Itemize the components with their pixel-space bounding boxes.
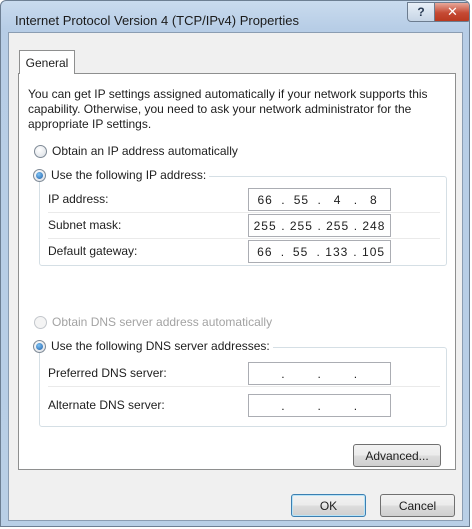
default-gateway-row: Default gateway: 66. 55. 133. 105 [48, 239, 440, 265]
ip-manual-row[interactable]: Use the following IP address: [33, 168, 206, 182]
default-gateway-octet: 55 [292, 244, 309, 259]
dns-server-group: Preferred DNS server: . . . Alternate DN… [39, 347, 447, 427]
ok-button[interactable]: OK [291, 494, 366, 517]
default-gateway-octet: 105 [362, 244, 386, 259]
ip-manual-radio[interactable] [33, 168, 46, 182]
ip-address-label: IP address: [48, 192, 109, 206]
subnet-mask-octet: 248 [362, 218, 386, 233]
octet-separator: . [316, 244, 321, 259]
default-gateway-label: Default gateway: [48, 244, 138, 258]
octet-separator: . [281, 218, 286, 233]
advanced-button[interactable]: Advanced... [353, 444, 441, 467]
octet-separator: . [281, 366, 286, 381]
octet-separator: . [353, 192, 359, 207]
dns-auto-radio[interactable] [34, 315, 47, 329]
ok-button-label: OK [319, 498, 338, 513]
ip-auto-label: Obtain an IP address automatically [52, 144, 238, 158]
default-gateway-field[interactable]: 66. 55. 133. 105 [248, 240, 391, 263]
ip-address-group: IP address: 66. 55. 4. 8 Subnet mask: 25… [39, 176, 447, 266]
octet-separator: . [353, 366, 359, 381]
ip-manual-label: Use the following IP address: [51, 168, 207, 182]
subnet-mask-label: Subnet mask: [48, 218, 122, 232]
octet-separator: . [281, 398, 286, 413]
octet-separator: . [353, 398, 359, 413]
cancel-button[interactable]: Cancel [380, 494, 455, 517]
ip-address-octet: 4 [333, 192, 342, 207]
tab-general[interactable]: General [19, 50, 75, 74]
octet-separator: . [353, 218, 359, 233]
default-gateway-octet: 66 [257, 244, 273, 259]
ip-address-octet: 66 [257, 192, 273, 207]
default-gateway-octet: 133 [325, 244, 349, 259]
dns-auto-label: Obtain DNS server address automatically [52, 315, 273, 329]
subnet-mask-octet: 255 [253, 218, 277, 233]
alternate-dns-label: Alternate DNS server: [48, 398, 165, 412]
dialog-client-area: General You can get IP settings assigned… [8, 32, 463, 521]
preferred-dns-label: Preferred DNS server: [48, 366, 167, 380]
octet-separator: . [317, 398, 322, 413]
octet-separator: . [317, 366, 322, 381]
octet-separator: . [353, 244, 358, 259]
tab-general-label: General [25, 55, 69, 70]
alternate-dns-row: Alternate DNS server: . . . [48, 393, 440, 419]
ip-auto-radio[interactable] [34, 144, 47, 158]
octet-separator: . [317, 218, 322, 233]
subnet-mask-octet: 255 [289, 218, 313, 233]
subnet-mask-field[interactable]: 255. 255. 255. 248 [248, 214, 391, 237]
dns-manual-row[interactable]: Use the following DNS server addresses: [33, 339, 270, 353]
advanced-button-label: Advanced... [365, 448, 429, 463]
ipv4-properties-dialog: Internet Protocol Version 4 (TCP/IPv4) P… [0, 0, 470, 527]
octet-separator: . [280, 244, 286, 259]
dns-manual-radio[interactable] [33, 339, 46, 353]
ip-manual-option[interactable]: Use the following IP address: [33, 168, 210, 182]
dns-manual-label: Use the following DNS server addresses: [51, 339, 270, 353]
subnet-mask-octet: 255 [326, 218, 350, 233]
subnet-mask-row: Subnet mask: 255. 255. 255. 248 [48, 213, 440, 239]
preferred-dns-row: Preferred DNS server: . . . [48, 361, 440, 387]
alternate-dns-field[interactable]: . . . [248, 394, 391, 417]
window-title: Internet Protocol Version 4 (TCP/IPv4) P… [15, 13, 299, 28]
preferred-dns-field[interactable]: . . . [248, 362, 391, 385]
octet-separator: . [317, 192, 322, 207]
general-tab-page: You can get IP settings assigned automat… [18, 73, 456, 470]
close-icon: ✕ [447, 4, 458, 19]
ip-address-row: IP address: 66. 55. 4. 8 [48, 187, 440, 213]
close-button[interactable]: ✕ [434, 2, 469, 22]
cancel-button-label: Cancel [398, 498, 437, 513]
dns-manual-option[interactable]: Use the following DNS server addresses: [33, 339, 273, 353]
octet-separator: . [281, 192, 286, 207]
help-button[interactable]: ? [407, 2, 435, 22]
ip-address-octet: 8 [370, 192, 378, 207]
ip-auto-option[interactable]: Obtain an IP address automatically [34, 144, 238, 158]
ip-address-field[interactable]: 66. 55. 4. 8 [248, 188, 391, 211]
help-icon: ? [417, 5, 425, 19]
ip-address-octet: 55 [293, 192, 310, 207]
description-text: You can get IP settings assigned automat… [28, 87, 428, 131]
dns-auto-option[interactable]: Obtain DNS server address automatically [34, 315, 272, 329]
